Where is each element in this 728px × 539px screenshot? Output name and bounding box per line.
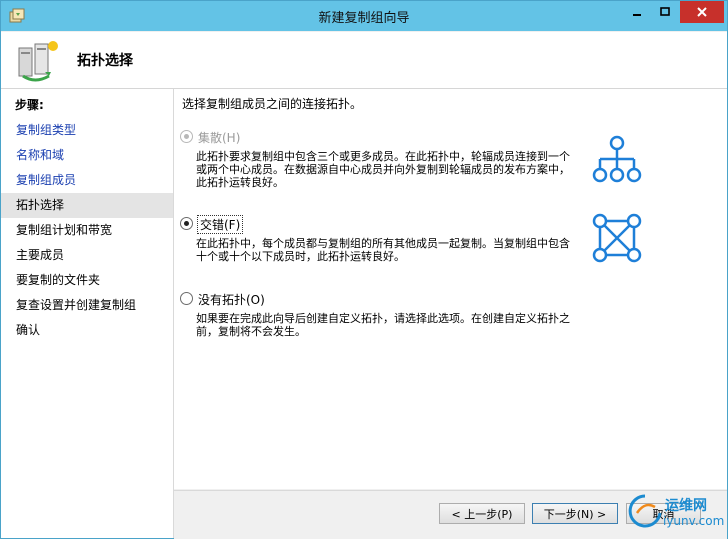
maximize-button[interactable] (652, 1, 678, 23)
minimize-button[interactable] (624, 1, 650, 23)
close-button[interactable] (680, 1, 724, 23)
watermark-line2: iyunv.com (663, 514, 725, 528)
title-bar[interactable]: 新建复制组向导 (1, 1, 727, 31)
no-topology-description: 如果要在完成此向导后创建自定义拓扑，请选择此选项。在创建自定义拓扑之前，复制将不… (196, 312, 570, 338)
no-topology-label[interactable]: 没有拓扑(O) (198, 291, 265, 308)
close-icon (697, 7, 707, 17)
maximize-icon (660, 7, 670, 16)
watermark-logo-icon (628, 494, 662, 528)
full-mesh-radio[interactable] (180, 217, 193, 230)
step-topology-selection: 拓扑选择 (1, 193, 173, 218)
full-mesh-description: 在此拓扑中，每个成员都与复制组的所有其他成员一起复制。当复制组中包含十个或十个以… (196, 237, 570, 263)
full-mesh-label[interactable]: 交错(F) (196, 215, 244, 234)
hub-spoke-radio (180, 130, 193, 143)
step-primary-member: 主要成员 (16, 248, 65, 262)
steps-panel: 步骤: 复制组类型 名称和域 复制组成员 拓扑选择 复制组计划和带宽 主要成员 … (1, 89, 174, 538)
server-replication-icon (18, 41, 58, 82)
next-button[interactable]: 下一步(N) > (532, 503, 618, 524)
step-review-and-create: 复查设置并创建复制组 (16, 298, 137, 312)
step-name-and-domain[interactable]: 名称和域 (1, 143, 173, 168)
step-confirmation: 确认 (16, 323, 41, 337)
watermark: 运维网 iyunv.com (627, 491, 727, 537)
option-hub-spoke: 集散(H) 此拓扑要求复制组中包含三个或更多成员。在此拓扑中，轮辐成员连接到一个… (180, 130, 710, 200)
back-button[interactable]: < 上一步(P) (439, 503, 525, 524)
step-schedule-and-bandwidth: 复制组计划和带宽 (16, 223, 113, 237)
page-title: 拓扑选择 (77, 53, 133, 69)
step-replication-group-members[interactable]: 复制组成员 (1, 168, 173, 193)
window-title: 新建复制组向导 (318, 11, 410, 26)
step-replication-group-type[interactable]: 复制组类型 (1, 118, 173, 143)
wizard-header: 拓扑选择 (1, 32, 727, 89)
no-topology-radio[interactable] (180, 292, 193, 305)
intro-text: 选择复制组成员之间的连接拓扑。 (182, 97, 363, 111)
hub-spoke-label: 集散(H) (198, 131, 241, 145)
hub-spoke-topology-icon (592, 135, 642, 183)
content-panel: 选择复制组成员之间的连接拓扑。 集散(H) 此拓扑要求复制组中包含三个或更多成员… (174, 89, 727, 489)
option-full-mesh[interactable]: 交错(F) 在此拓扑中，每个成员都与复制组的所有其他成员一起复制。当复制组中包含… (180, 213, 710, 277)
step-folders-to-replicate: 要复制的文件夹 (16, 273, 101, 287)
full-mesh-topology-icon (592, 213, 642, 263)
steps-heading: 步骤: (15, 98, 44, 112)
wizard-window: 新建复制组向导 拓扑选择 步骤: 复制组类型 名称和域 复制组成员 拓扑选择 复… (0, 0, 728, 539)
watermark-line1: 运维网 (665, 498, 707, 514)
option-no-topology[interactable]: 没有拓扑(O) 如果要在完成此向导后创建自定义拓扑，请选择此选项。在创建自定义拓… (180, 292, 710, 342)
minimize-icon (633, 14, 641, 16)
hub-spoke-description: 此拓扑要求复制组中包含三个或更多成员。在此拓扑中，轮辐成员连接到一个或两个中心成… (196, 150, 570, 189)
